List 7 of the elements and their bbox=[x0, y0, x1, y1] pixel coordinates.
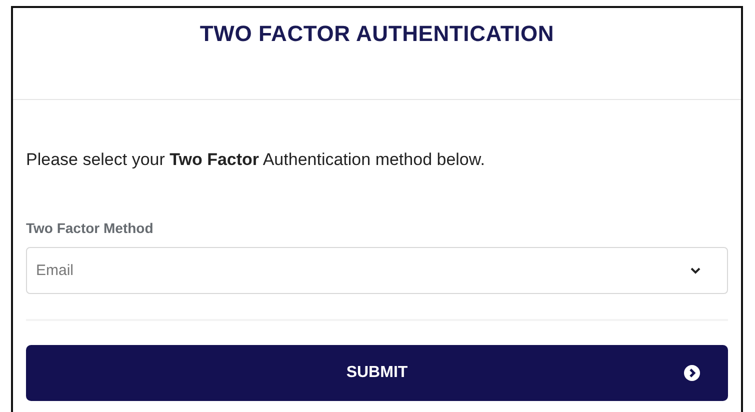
arrow-circle-icon bbox=[684, 365, 700, 381]
instruction-text: Please select your Two Factor Authentication method below. bbox=[26, 150, 486, 170]
page-title: TWO FACTOR AUTHENTICATION bbox=[200, 21, 554, 48]
method-dropdown[interactable]: Email bbox=[26, 247, 728, 294]
field-label: Two Factor Method bbox=[26, 220, 154, 236]
chevron-down-icon bbox=[690, 266, 701, 274]
submit-button[interactable]: SUBMIT bbox=[26, 345, 728, 401]
